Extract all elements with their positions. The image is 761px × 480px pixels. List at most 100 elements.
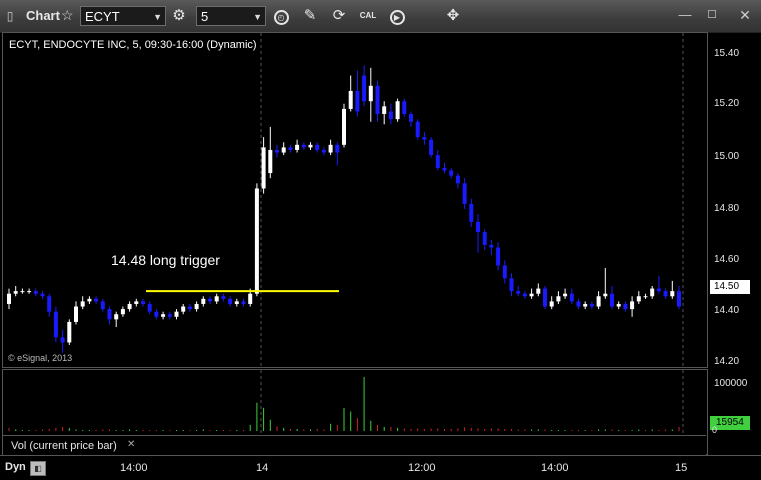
candle-body xyxy=(241,301,246,304)
volume-study-bar[interactable]: Vol (current price bar) ✕ xyxy=(3,435,706,455)
chevron-down-icon[interactable]: ▼ xyxy=(253,7,262,27)
candle-body xyxy=(147,303,152,312)
candle-body xyxy=(87,298,92,302)
candle-body xyxy=(342,108,346,145)
candle-body xyxy=(388,111,393,120)
clock-icon[interactable]: ◴ xyxy=(271,6,291,26)
candle-body xyxy=(288,147,293,150)
candle-body xyxy=(254,188,259,294)
candle-body xyxy=(670,291,675,297)
price-axis[interactable]: 15.40 15.20 15.00 14.80 14.60 14.40 14.2… xyxy=(708,32,761,368)
candle-body xyxy=(308,144,313,148)
candle-body xyxy=(596,296,601,307)
time-axis[interactable]: Dyn ◧ 14:00 14 12:00 14:00 15 xyxy=(0,455,761,480)
candle-body xyxy=(161,314,166,317)
candle-body xyxy=(543,288,547,307)
candle-body xyxy=(563,293,568,297)
candle-body xyxy=(402,101,407,115)
interval-select[interactable]: 5 ▼ xyxy=(196,6,266,26)
volume-zero-tick: 0 xyxy=(712,425,718,435)
candle-body xyxy=(576,301,581,307)
price-tick: 15.00 xyxy=(714,151,740,162)
calendar-icon[interactable]: CAL xyxy=(358,6,378,26)
minimize-icon[interactable]: — xyxy=(676,6,694,24)
trigger-annotation: 14.48 long trigger xyxy=(111,252,220,268)
candle-body xyxy=(114,314,119,320)
gear-icon[interactable]: ⚙ xyxy=(169,6,189,26)
candle-body xyxy=(469,203,474,222)
move-icon[interactable]: ✥ xyxy=(443,6,463,26)
candle-body xyxy=(442,167,447,171)
candle-body xyxy=(496,247,501,266)
candle-body xyxy=(208,298,212,302)
candle-body xyxy=(630,301,635,310)
candle-body xyxy=(536,288,541,294)
interval-value: 5 xyxy=(201,9,209,24)
time-label: 14:00 xyxy=(541,462,569,474)
candle-body xyxy=(549,301,554,307)
candle-body xyxy=(348,90,353,109)
candle-body xyxy=(589,303,594,307)
candle-body xyxy=(80,301,85,307)
candle-body xyxy=(53,311,58,338)
volume-axis[interactable]: 100000 15954 0 xyxy=(708,369,761,455)
chevron-down-icon[interactable]: ▼ xyxy=(153,7,162,27)
chart-window: ▯ Chart ☆ ECYT ▼ ⚙ 5 ▼ ◴ ✎ ⟳ CAL ▶ ✥ — ☐… xyxy=(0,0,761,480)
candle-body xyxy=(603,293,608,297)
candle-body xyxy=(67,321,72,343)
candle-body xyxy=(656,288,661,292)
volume-study-label[interactable]: Vol (current price bar) xyxy=(11,440,117,452)
candle-body xyxy=(368,85,373,102)
candle-body xyxy=(502,265,507,279)
candle-body xyxy=(435,155,440,168)
candle-body xyxy=(107,309,112,320)
pin-icon[interactable]: ▯ xyxy=(3,8,17,24)
star-icon[interactable]: ☆ xyxy=(61,7,74,24)
axis-mode-label: Dyn xyxy=(5,461,26,473)
candle-body xyxy=(455,175,460,184)
candle-body xyxy=(643,296,648,298)
candle-body xyxy=(362,75,367,102)
play-icon[interactable]: ▶ xyxy=(387,6,407,26)
candle-body xyxy=(476,221,480,233)
price-pane[interactable] xyxy=(2,32,708,369)
pencil-icon[interactable]: ✎ xyxy=(300,6,320,26)
candle-body xyxy=(409,114,413,122)
price-tick: 14.20 xyxy=(714,356,740,367)
axis-mode-icon[interactable]: ◧ xyxy=(30,461,46,476)
candle-body xyxy=(335,144,340,153)
candle-body xyxy=(187,306,192,310)
candle-body xyxy=(27,291,32,293)
app-title: Chart xyxy=(26,8,60,23)
candle-body xyxy=(214,296,219,302)
candle-body xyxy=(650,288,655,297)
candle-body xyxy=(174,311,179,317)
cursor-icon[interactable]: ⟳ xyxy=(329,6,349,26)
price-chart xyxy=(7,33,684,369)
candle-body xyxy=(395,101,400,120)
candle-body xyxy=(33,291,38,294)
candle-body xyxy=(529,293,534,297)
candle-body xyxy=(194,303,199,310)
maximize-icon[interactable]: ☐ xyxy=(703,6,721,24)
symbol-input[interactable]: ECYT ▼ xyxy=(80,6,166,26)
candle-body xyxy=(462,183,467,204)
candle-body xyxy=(248,293,253,304)
candle-body xyxy=(295,144,300,150)
candle-body xyxy=(134,301,139,304)
chart-title: ECYT, ENDOCYTE INC, 5, 09:30-16:00 (Dyna… xyxy=(9,39,257,51)
close-study-icon[interactable]: ✕ xyxy=(127,439,135,450)
price-tick: 14.80 xyxy=(714,203,740,214)
candle-body xyxy=(663,291,668,297)
candle-body xyxy=(583,303,588,307)
candle-body xyxy=(234,301,239,304)
candle-body xyxy=(120,309,125,315)
volume-tick: 100000 xyxy=(714,378,748,389)
price-tick: 14.40 xyxy=(714,305,740,316)
candle-body xyxy=(228,298,233,304)
close-icon[interactable]: ✕ xyxy=(736,6,754,24)
candle-body xyxy=(20,291,25,293)
candle-body xyxy=(556,296,561,302)
price-tick: 15.40 xyxy=(714,48,740,59)
candle-body xyxy=(154,311,159,317)
